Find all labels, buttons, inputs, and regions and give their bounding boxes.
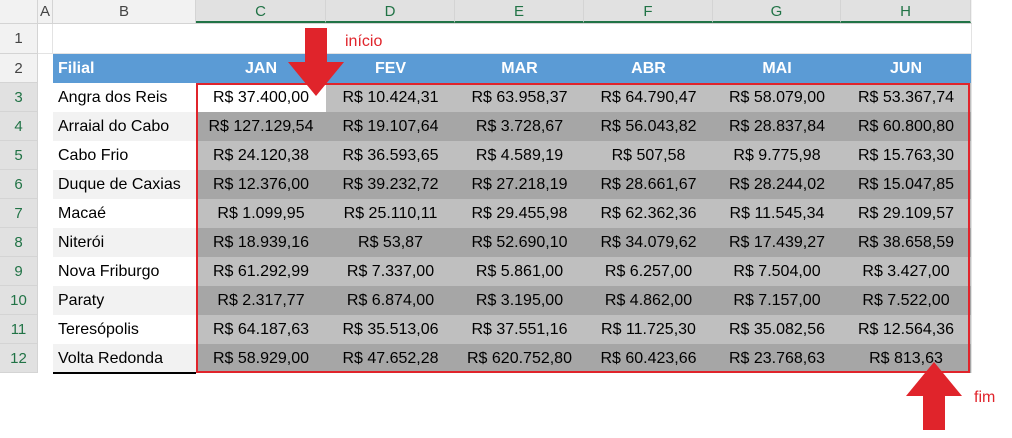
column-header-a[interactable]: A [38, 0, 53, 23]
start-annotation-label: início [345, 33, 383, 50]
header-filial[interactable]: Filial [53, 54, 196, 83]
range-highlight-box [196, 83, 970, 373]
branch-name-cell[interactable]: Teresópolis [53, 315, 196, 344]
branch-name-cell[interactable]: Volta Redonda [53, 344, 196, 373]
row-header-12[interactable]: 12 [0, 344, 37, 373]
branch-name-cell[interactable]: Niterói [53, 228, 196, 257]
gridline [971, 24, 972, 373]
row-header-4[interactable]: 4 [0, 112, 37, 141]
header-abr[interactable]: ABR [584, 54, 713, 83]
row-header-6[interactable]: 6 [0, 170, 37, 199]
select-all-corner[interactable] [0, 0, 38, 23]
row-header-7[interactable]: 7 [0, 199, 37, 228]
row-header-11[interactable]: 11 [0, 315, 37, 344]
row-header-2[interactable]: 2 [0, 54, 37, 83]
branch-name-cell[interactable]: Cabo Frio [53, 141, 196, 170]
table-bottom-border [53, 372, 196, 374]
header-fev[interactable]: FEV [326, 54, 455, 83]
row-header-bar: 1 2 3 4 5 6 7 8 9 10 11 12 [0, 24, 38, 373]
branch-name-cell[interactable]: Macaé [53, 199, 196, 228]
header-mar[interactable]: MAR [455, 54, 584, 83]
branch-name-cell[interactable]: Nova Friburgo [53, 257, 196, 286]
row-header-8[interactable]: 8 [0, 228, 37, 257]
row-header-5[interactable]: 5 [0, 141, 37, 170]
arrow-down-icon [288, 28, 344, 96]
column-header-c[interactable]: C [196, 0, 326, 23]
branch-name-cell[interactable]: Angra dos Reis [53, 83, 196, 112]
column-header-e[interactable]: E [455, 0, 584, 23]
header-mai[interactable]: MAI [713, 54, 841, 83]
column-header-bar: A B C D E F G H [0, 0, 972, 24]
branch-name-cell[interactable]: Paraty [53, 286, 196, 315]
branch-name-cell[interactable]: Arraial do Cabo [53, 112, 196, 141]
table-header-row: Filial JAN FEV MAR ABR MAI JUN [53, 54, 971, 83]
column-header-g[interactable]: G [713, 0, 841, 23]
column-header-d[interactable]: D [326, 0, 455, 23]
column-header-b[interactable]: B [53, 0, 196, 23]
arrow-up-icon [906, 362, 962, 430]
column-header-h[interactable]: H [841, 0, 971, 23]
row-header-1[interactable]: 1 [0, 24, 37, 54]
column-header-f[interactable]: F [584, 0, 713, 23]
row-header-9[interactable]: 9 [0, 257, 37, 286]
gridline [52, 24, 53, 54]
row-header-10[interactable]: 10 [0, 286, 37, 315]
end-annotation-label: fim [974, 389, 996, 406]
branch-name-cell[interactable]: Duque de Caxias [53, 170, 196, 199]
row-header-3[interactable]: 3 [0, 83, 37, 112]
header-jun[interactable]: JUN [841, 54, 971, 83]
